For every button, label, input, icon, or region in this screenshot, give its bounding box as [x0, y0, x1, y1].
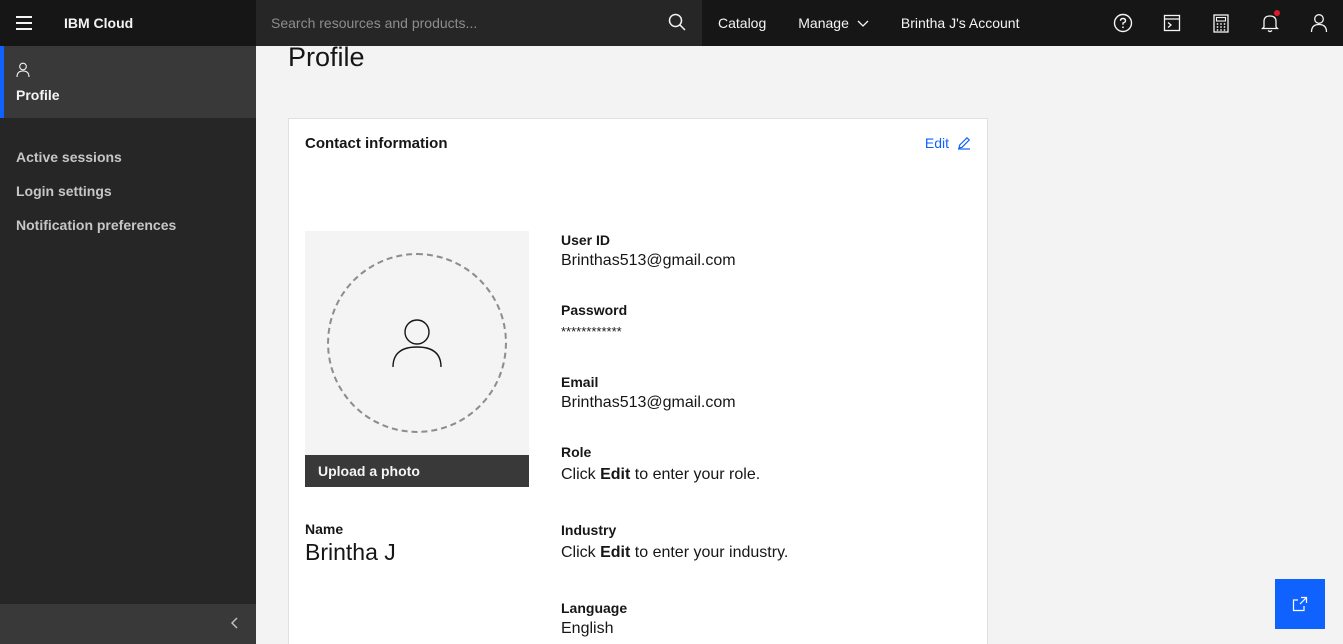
language-value: English: [561, 620, 614, 637]
feedback-button[interactable]: [1275, 579, 1325, 629]
password-field: Password ************: [561, 302, 627, 339]
user-id-value: Brinthas513@gmail.com: [561, 252, 736, 269]
cloud-shell-button[interactable]: [1147, 0, 1196, 46]
role-field: Role Click Edit to enter your role.: [561, 444, 760, 484]
card-title: Contact information: [305, 135, 448, 152]
help-icon: [1113, 13, 1132, 33]
language-label: Language: [561, 600, 628, 616]
password-label: Password: [561, 302, 628, 318]
help-button[interactable]: [1098, 0, 1147, 46]
email-field: Email Brinthas513@gmail.com: [561, 374, 736, 412]
sidebar-item-label: Profile: [16, 87, 60, 103]
contact-information-card: Contact information Edit Upload a photo …: [288, 118, 988, 644]
edit-label: Edit: [924, 135, 949, 151]
role-hint-post: to enter your role.: [630, 466, 761, 483]
nav-catalog[interactable]: Catalog: [702, 0, 782, 46]
industry-value: Click Edit to enter your industry.: [561, 544, 788, 562]
calculator-icon: [1212, 13, 1229, 33]
industry-hint-edit: Edit: [600, 544, 631, 561]
notification-badge: [1274, 10, 1280, 16]
password-value: ************: [561, 324, 622, 339]
upload-photo-button[interactable]: Upload a photo: [305, 455, 529, 487]
nav-manage[interactable]: Manage: [782, 0, 885, 46]
search-icon[interactable]: [668, 13, 686, 36]
name-label: Name: [305, 521, 344, 537]
chevron-left-icon: [231, 617, 238, 629]
sidebar-item-profile[interactable]: Profile: [0, 46, 256, 118]
role-value: Click Edit to enter your role.: [561, 466, 760, 484]
collapse-sidebar-button[interactable]: [230, 616, 240, 635]
sidebar-item-active-sessions[interactable]: Active sessions: [0, 140, 256, 174]
user-id-label: User ID: [561, 232, 611, 248]
nav-manage-label: Manage: [798, 15, 849, 31]
chevron-down-icon: [857, 15, 869, 31]
sidebar-item-login-settings[interactable]: Login settings: [0, 174, 256, 208]
industry-field: Industry Click Edit to enter your indust…: [561, 522, 788, 562]
launch-icon: [1292, 596, 1308, 612]
industry-label: Industry: [561, 522, 617, 538]
industry-hint-pre: Click: [561, 544, 601, 561]
top-nav: IBM Cloud Catalog Manage Brintha J's Acc…: [0, 0, 1343, 46]
email-label: Email: [561, 374, 599, 390]
role-label: Role: [561, 444, 592, 460]
role-hint-edit: Edit: [600, 466, 631, 483]
brand-name[interactable]: IBM Cloud: [48, 15, 256, 31]
language-field: Language English: [561, 600, 627, 638]
user-icon: [1310, 14, 1327, 33]
terminal-icon: [1163, 14, 1180, 32]
role-hint-pre: Click: [561, 466, 601, 483]
search-input[interactable]: [271, 15, 661, 31]
email-value: Brinthas513@gmail.com: [561, 394, 736, 411]
pencil-icon: [958, 136, 971, 150]
user-icon: [16, 62, 30, 78]
page-title: Profile: [288, 42, 365, 72]
photo-circle: [327, 253, 507, 433]
name-value: Brintha J: [305, 539, 396, 565]
user-id-field: User ID Brinthas513@gmail.com: [561, 232, 736, 270]
industry-hint-post: to enter your industry.: [630, 544, 789, 561]
menu-button[interactable]: [0, 0, 48, 46]
search-bar[interactable]: [256, 0, 702, 46]
sidebar-footer: [0, 604, 256, 644]
sidebar-item-notification-preferences[interactable]: Notification preferences: [0, 208, 256, 242]
profile-button[interactable]: [1294, 0, 1343, 46]
avatar-icon: [392, 319, 442, 368]
profile-photo-placeholder: [305, 231, 529, 455]
notifications-button[interactable]: [1245, 0, 1294, 46]
hamburger-icon: [16, 14, 32, 32]
sidebar: Profile Active sessions Login settings N…: [0, 46, 256, 644]
edit-button[interactable]: Edit: [925, 135, 971, 151]
nav-account[interactable]: Brintha J's Account: [885, 0, 1036, 46]
bell-icon: [1260, 15, 1279, 33]
cost-estimator-button[interactable]: [1196, 0, 1245, 46]
